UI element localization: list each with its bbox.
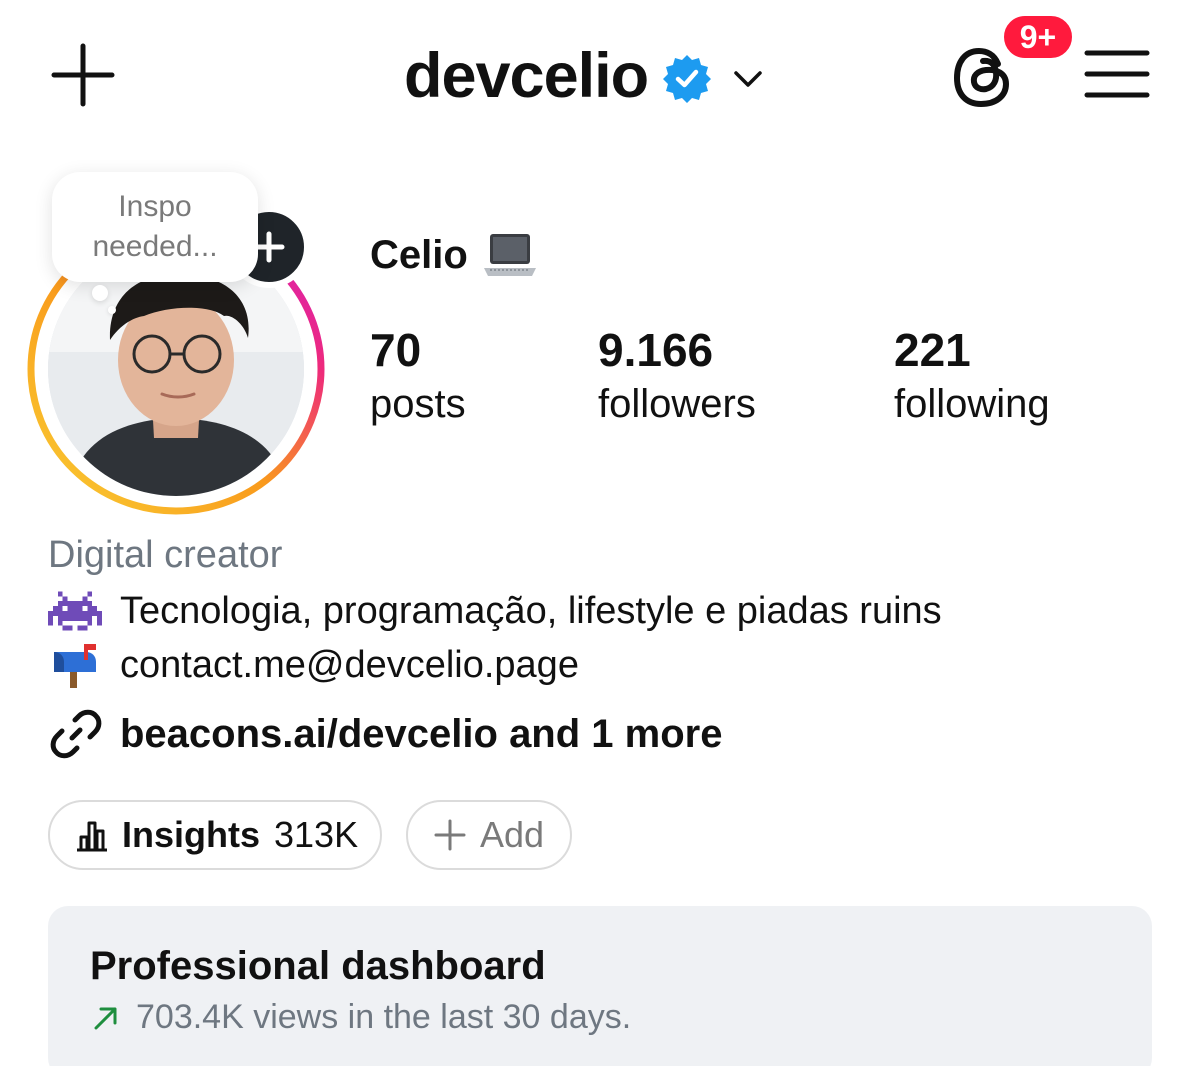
bio-text: Tecnologia, programação, lifestyle e pia… [120, 589, 942, 632]
dashboard-title: Professional dashboard [90, 944, 546, 988]
verified-badge-icon [663, 55, 712, 103]
insights-value: 313K [274, 814, 359, 855]
bio-line: Tecnologia, programação, lifestyle e pia… [48, 588, 942, 634]
following-count: 221 [894, 324, 971, 376]
dashboard-subtitle-row: 703.4K views in the last 30 days. [90, 998, 631, 1037]
hamburger-menu-icon[interactable] [1084, 48, 1150, 100]
chevron-down-icon [734, 71, 762, 87]
insights-label: Insights [122, 814, 261, 855]
plus-icon[interactable] [50, 42, 116, 108]
trend-up-icon [94, 1007, 117, 1029]
note-text: Inspo needed... [92, 190, 218, 263]
stat-posts[interactable]: 70 posts [370, 322, 466, 430]
bio-line: contact.me@devcelio.page [48, 642, 579, 688]
contact-email[interactable]: contact.me@devcelio.page [120, 644, 579, 687]
posts-count: 70 [370, 324, 422, 376]
note-tail-dot-small [108, 306, 116, 314]
link-text: beacons.ai/devcelio and 1 more [120, 711, 723, 756]
stat-following[interactable]: 221 following [894, 322, 1050, 430]
bar-chart-icon [77, 821, 107, 852]
add-button[interactable]: Add [406, 800, 572, 870]
stat-followers[interactable]: 9.166 followers [598, 322, 756, 430]
professional-dashboard-card[interactable]: Professional dashboard 703.4K views in t… [48, 906, 1152, 1066]
display-name-text: Celio [370, 232, 468, 277]
profile-category: Digital creator [48, 534, 283, 576]
notification-badge: 9+ [1000, 12, 1076, 62]
profile-screen: devcelio 9+ Inspo needed... Celio 70 pos… [0, 0, 1200, 1066]
account-switcher[interactable]: devcelio [404, 36, 766, 116]
dashboard-subtitle: 703.4K views in the last 30 days. [136, 998, 632, 1036]
laptop-icon [483, 234, 536, 276]
insights-button[interactable]: Insights 313K [48, 800, 382, 870]
following-label: following [894, 382, 1050, 426]
plus-icon [434, 819, 466, 851]
mailbox-icon [54, 644, 96, 688]
followers-label: followers [598, 382, 756, 426]
username: devcelio [404, 41, 649, 111]
link-icon [50, 709, 102, 759]
followers-count: 9.166 [598, 324, 714, 376]
display-name: Celio [370, 232, 538, 278]
note-tail-dot [92, 285, 108, 301]
bio-link[interactable]: beacons.ai/devcelio and 1 more [48, 706, 722, 762]
alien-monster-icon [48, 591, 102, 631]
note-bubble[interactable]: Inspo needed... [52, 172, 258, 282]
posts-label: posts [370, 382, 466, 426]
add-label: Add [480, 814, 545, 855]
